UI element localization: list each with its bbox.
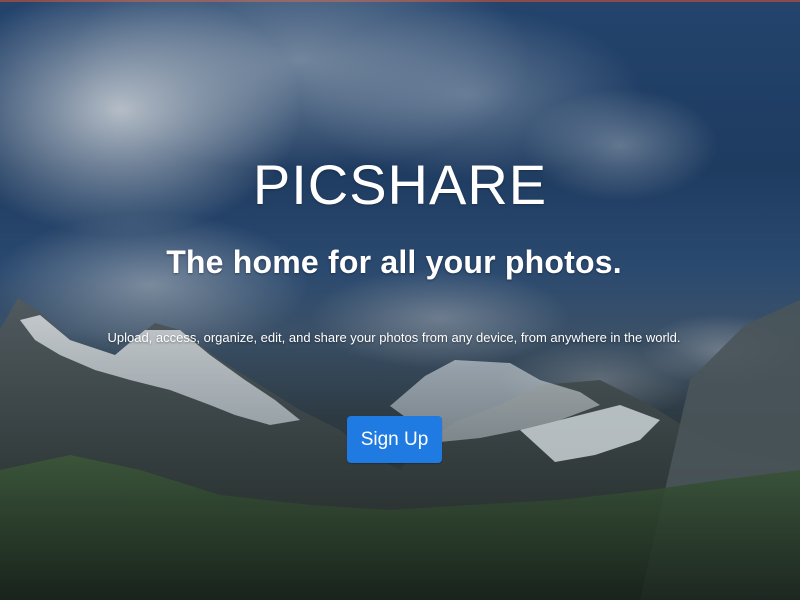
hero-description: Upload, access, organize, edit, and shar… xyxy=(107,330,681,345)
hero-content: PICSHARE The home for all your photos. U… xyxy=(0,0,800,600)
page-title: PICSHARE xyxy=(252,153,548,216)
hero-section: PICSHARE The home for all your photos. U… xyxy=(0,0,800,600)
hero-subtitle: The home for all your photos. xyxy=(166,244,622,280)
signup-button[interactable]: Sign Up xyxy=(347,416,442,463)
